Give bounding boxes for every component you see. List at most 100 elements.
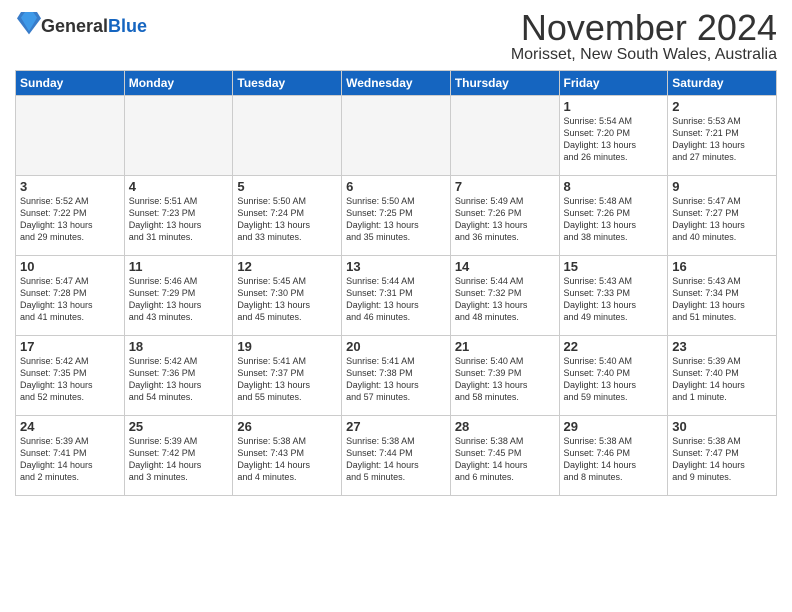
day-details: Sunrise: 5:54 AM Sunset: 7:20 PM Dayligh… [564, 115, 664, 164]
calendar-cell: 12Sunrise: 5:45 AM Sunset: 7:30 PM Dayli… [233, 256, 342, 336]
calendar-cell [124, 96, 233, 176]
calendar-cell: 1Sunrise: 5:54 AM Sunset: 7:20 PM Daylig… [559, 96, 668, 176]
calendar-cell: 15Sunrise: 5:43 AM Sunset: 7:33 PM Dayli… [559, 256, 668, 336]
calendar-cell: 8Sunrise: 5:48 AM Sunset: 7:26 PM Daylig… [559, 176, 668, 256]
day-details: Sunrise: 5:52 AM Sunset: 7:22 PM Dayligh… [20, 195, 120, 244]
day-number: 8 [564, 179, 664, 194]
day-number: 29 [564, 419, 664, 434]
logo-general-text: General [41, 16, 108, 36]
calendar-cell: 6Sunrise: 5:50 AM Sunset: 7:25 PM Daylig… [342, 176, 451, 256]
day-details: Sunrise: 5:38 AM Sunset: 7:43 PM Dayligh… [237, 435, 337, 484]
calendar-header-row: SundayMondayTuesdayWednesdayThursdayFrid… [16, 71, 777, 96]
day-details: Sunrise: 5:42 AM Sunset: 7:36 PM Dayligh… [129, 355, 229, 404]
calendar-cell: 10Sunrise: 5:47 AM Sunset: 7:28 PM Dayli… [16, 256, 125, 336]
calendar-table: SundayMondayTuesdayWednesdayThursdayFrid… [15, 70, 777, 496]
day-details: Sunrise: 5:40 AM Sunset: 7:39 PM Dayligh… [455, 355, 555, 404]
header: GeneralBlue November 2024 Morisset, New … [15, 10, 777, 64]
day-details: Sunrise: 5:47 AM Sunset: 7:28 PM Dayligh… [20, 275, 120, 324]
calendar-cell: 28Sunrise: 5:38 AM Sunset: 7:45 PM Dayli… [450, 416, 559, 496]
calendar-cell: 14Sunrise: 5:44 AM Sunset: 7:32 PM Dayli… [450, 256, 559, 336]
day-details: Sunrise: 5:38 AM Sunset: 7:44 PM Dayligh… [346, 435, 446, 484]
day-number: 23 [672, 339, 772, 354]
day-details: Sunrise: 5:51 AM Sunset: 7:23 PM Dayligh… [129, 195, 229, 244]
calendar-cell [233, 96, 342, 176]
calendar-cell: 27Sunrise: 5:38 AM Sunset: 7:44 PM Dayli… [342, 416, 451, 496]
calendar-cell: 26Sunrise: 5:38 AM Sunset: 7:43 PM Dayli… [233, 416, 342, 496]
calendar-cell: 11Sunrise: 5:46 AM Sunset: 7:29 PM Dayli… [124, 256, 233, 336]
day-number: 22 [564, 339, 664, 354]
location-text: Morisset, New South Wales, Australia [511, 46, 777, 64]
logo: GeneralBlue [15, 10, 147, 43]
day-number: 20 [346, 339, 446, 354]
day-number: 17 [20, 339, 120, 354]
calendar-cell: 9Sunrise: 5:47 AM Sunset: 7:27 PM Daylig… [668, 176, 777, 256]
day-number: 21 [455, 339, 555, 354]
day-details: Sunrise: 5:38 AM Sunset: 7:46 PM Dayligh… [564, 435, 664, 484]
day-number: 27 [346, 419, 446, 434]
day-details: Sunrise: 5:43 AM Sunset: 7:33 PM Dayligh… [564, 275, 664, 324]
day-details: Sunrise: 5:39 AM Sunset: 7:41 PM Dayligh… [20, 435, 120, 484]
calendar-week-row: 3Sunrise: 5:52 AM Sunset: 7:22 PM Daylig… [16, 176, 777, 256]
logo-icon [17, 10, 41, 38]
day-number: 5 [237, 179, 337, 194]
day-number: 10 [20, 259, 120, 274]
calendar-cell: 23Sunrise: 5:39 AM Sunset: 7:40 PM Dayli… [668, 336, 777, 416]
day-number: 1 [564, 99, 664, 114]
day-number: 6 [346, 179, 446, 194]
day-details: Sunrise: 5:42 AM Sunset: 7:35 PM Dayligh… [20, 355, 120, 404]
day-header-thursday: Thursday [450, 71, 559, 96]
day-details: Sunrise: 5:50 AM Sunset: 7:25 PM Dayligh… [346, 195, 446, 244]
day-details: Sunrise: 5:50 AM Sunset: 7:24 PM Dayligh… [237, 195, 337, 244]
day-details: Sunrise: 5:47 AM Sunset: 7:27 PM Dayligh… [672, 195, 772, 244]
calendar-cell: 21Sunrise: 5:40 AM Sunset: 7:39 PM Dayli… [450, 336, 559, 416]
calendar-cell: 2Sunrise: 5:53 AM Sunset: 7:21 PM Daylig… [668, 96, 777, 176]
day-number: 14 [455, 259, 555, 274]
day-details: Sunrise: 5:38 AM Sunset: 7:47 PM Dayligh… [672, 435, 772, 484]
day-details: Sunrise: 5:39 AM Sunset: 7:42 PM Dayligh… [129, 435, 229, 484]
calendar-week-row: 10Sunrise: 5:47 AM Sunset: 7:28 PM Dayli… [16, 256, 777, 336]
day-details: Sunrise: 5:44 AM Sunset: 7:32 PM Dayligh… [455, 275, 555, 324]
day-number: 25 [129, 419, 229, 434]
title-area: November 2024 Morisset, New South Wales,… [511, 10, 777, 64]
calendar-cell: 25Sunrise: 5:39 AM Sunset: 7:42 PM Dayli… [124, 416, 233, 496]
calendar-cell: 5Sunrise: 5:50 AM Sunset: 7:24 PM Daylig… [233, 176, 342, 256]
calendar-cell: 4Sunrise: 5:51 AM Sunset: 7:23 PM Daylig… [124, 176, 233, 256]
day-number: 7 [455, 179, 555, 194]
day-number: 15 [564, 259, 664, 274]
logo-blue-text: Blue [108, 16, 147, 36]
calendar-cell: 24Sunrise: 5:39 AM Sunset: 7:41 PM Dayli… [16, 416, 125, 496]
day-header-saturday: Saturday [668, 71, 777, 96]
calendar-cell: 19Sunrise: 5:41 AM Sunset: 7:37 PM Dayli… [233, 336, 342, 416]
day-header-friday: Friday [559, 71, 668, 96]
day-number: 30 [672, 419, 772, 434]
calendar-cell: 13Sunrise: 5:44 AM Sunset: 7:31 PM Dayli… [342, 256, 451, 336]
day-header-monday: Monday [124, 71, 233, 96]
page-container: GeneralBlue November 2024 Morisset, New … [0, 0, 792, 504]
calendar-week-row: 17Sunrise: 5:42 AM Sunset: 7:35 PM Dayli… [16, 336, 777, 416]
day-number: 19 [237, 339, 337, 354]
calendar-cell: 17Sunrise: 5:42 AM Sunset: 7:35 PM Dayli… [16, 336, 125, 416]
day-number: 18 [129, 339, 229, 354]
day-details: Sunrise: 5:40 AM Sunset: 7:40 PM Dayligh… [564, 355, 664, 404]
day-header-wednesday: Wednesday [342, 71, 451, 96]
day-details: Sunrise: 5:45 AM Sunset: 7:30 PM Dayligh… [237, 275, 337, 324]
day-number: 2 [672, 99, 772, 114]
day-number: 24 [20, 419, 120, 434]
day-details: Sunrise: 5:49 AM Sunset: 7:26 PM Dayligh… [455, 195, 555, 244]
day-number: 16 [672, 259, 772, 274]
day-number: 12 [237, 259, 337, 274]
month-title: November 2024 [511, 10, 777, 46]
calendar-cell: 20Sunrise: 5:41 AM Sunset: 7:38 PM Dayli… [342, 336, 451, 416]
day-number: 9 [672, 179, 772, 194]
calendar-cell: 3Sunrise: 5:52 AM Sunset: 7:22 PM Daylig… [16, 176, 125, 256]
day-details: Sunrise: 5:39 AM Sunset: 7:40 PM Dayligh… [672, 355, 772, 404]
day-details: Sunrise: 5:41 AM Sunset: 7:37 PM Dayligh… [237, 355, 337, 404]
day-number: 28 [455, 419, 555, 434]
calendar-cell [450, 96, 559, 176]
day-header-sunday: Sunday [16, 71, 125, 96]
calendar-cell: 30Sunrise: 5:38 AM Sunset: 7:47 PM Dayli… [668, 416, 777, 496]
calendar-week-row: 24Sunrise: 5:39 AM Sunset: 7:41 PM Dayli… [16, 416, 777, 496]
calendar-week-row: 1Sunrise: 5:54 AM Sunset: 7:20 PM Daylig… [16, 96, 777, 176]
calendar-cell: 7Sunrise: 5:49 AM Sunset: 7:26 PM Daylig… [450, 176, 559, 256]
day-details: Sunrise: 5:44 AM Sunset: 7:31 PM Dayligh… [346, 275, 446, 324]
